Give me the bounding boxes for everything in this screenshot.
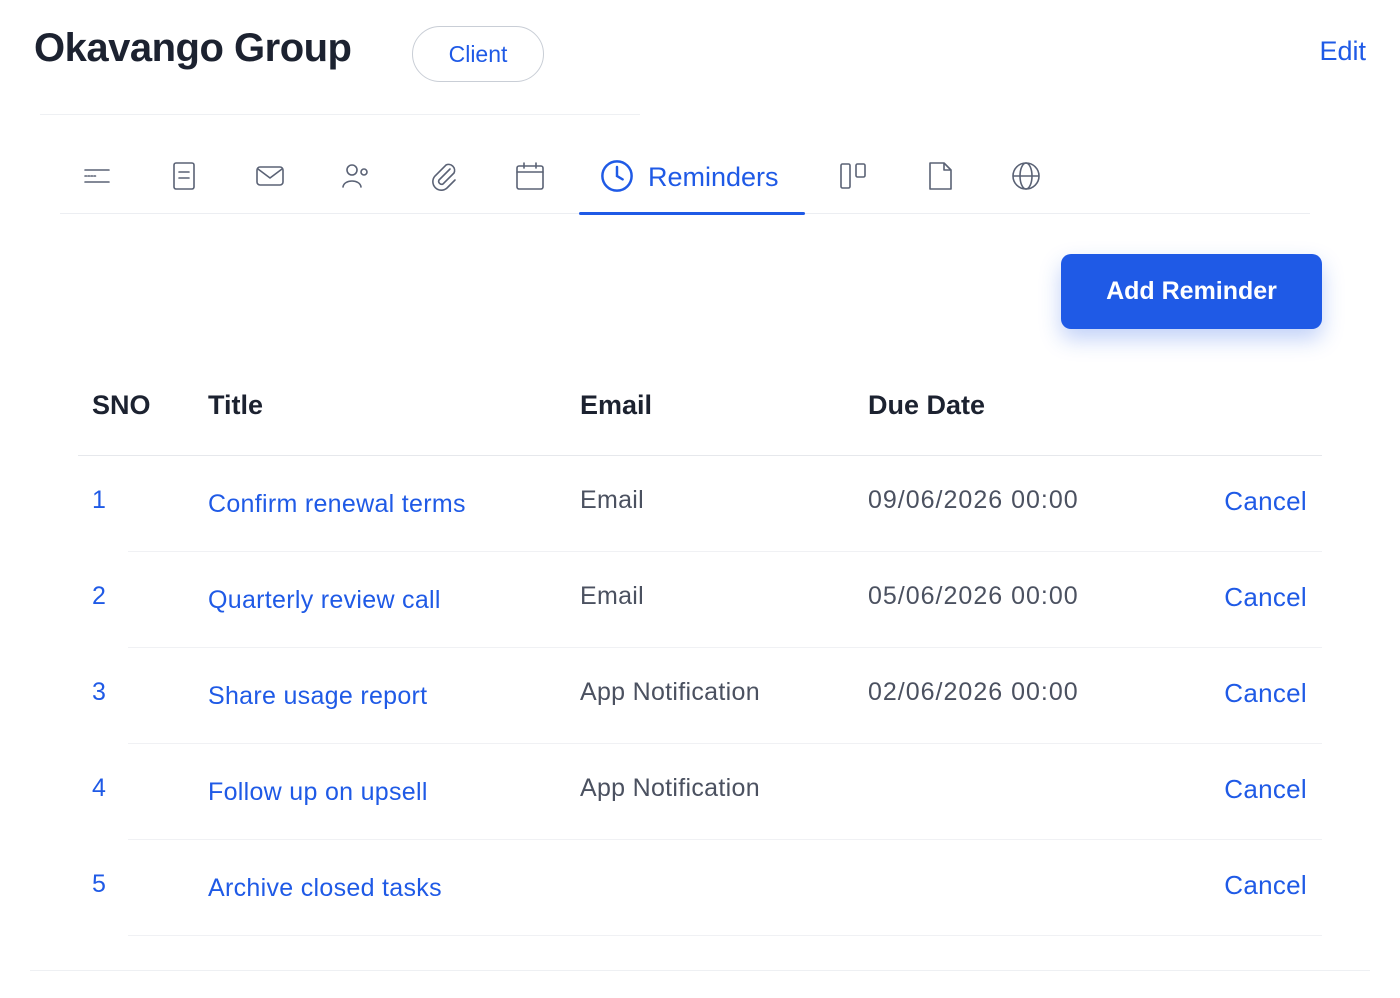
active-tab-indicator	[579, 212, 805, 215]
row-sno[interactable]: 2	[92, 582, 106, 611]
header-divider	[40, 114, 640, 115]
menu-lines-icon[interactable]	[79, 158, 115, 194]
header-email: Email	[580, 390, 653, 420]
clock-icon	[601, 160, 633, 192]
cancel-button[interactable]: Cancel	[1224, 870, 1307, 901]
footer-divider	[30, 970, 1370, 971]
row-title[interactable]: Share usage report	[208, 682, 427, 711]
cancel-button[interactable]: Cancel	[1224, 486, 1307, 517]
edit-link[interactable]: Edit	[1319, 36, 1366, 67]
row-channel: Email	[580, 486, 645, 514]
tab-bar: Reminders	[60, 140, 1310, 215]
row-title[interactable]: Archive closed tasks	[208, 874, 442, 903]
header-sno: SNO	[92, 390, 151, 420]
page-header: Okavango Group Client Edit	[0, 0, 1400, 110]
row-due-date: 05/06/2026 00:00	[868, 582, 1079, 610]
row-sno[interactable]: 4	[92, 774, 106, 803]
row-channel: Email	[580, 582, 645, 610]
row-channel: App Notification	[580, 774, 760, 802]
cancel-button[interactable]: Cancel	[1224, 582, 1307, 613]
table-header: SNO Title Email Due Date	[78, 360, 1322, 456]
cancel-button[interactable]: Cancel	[1224, 774, 1307, 805]
table-row: 1 Confirm renewal terms Email 09/06/2026…	[78, 456, 1322, 552]
header-due-date: Due Date	[868, 390, 986, 420]
row-sno[interactable]: 3	[92, 678, 106, 707]
company-name: Okavango Group	[34, 26, 352, 70]
globe-icon[interactable]	[1008, 158, 1044, 194]
tab-reminders[interactable]: Reminders	[579, 140, 805, 215]
people-icon[interactable]	[338, 158, 374, 194]
kanban-icon[interactable]	[835, 158, 871, 194]
add-reminder-button[interactable]: Add Reminder	[1061, 254, 1322, 329]
row-sno[interactable]: 5	[92, 870, 106, 899]
row-divider	[128, 935, 1322, 936]
row-sno[interactable]: 1	[92, 486, 106, 515]
header-title: Title	[208, 390, 264, 420]
file-icon[interactable]	[922, 158, 958, 194]
client-badge[interactable]: Client	[412, 26, 544, 82]
row-due-date: 02/06/2026 00:00	[868, 678, 1079, 706]
row-title[interactable]: Follow up on upsell	[208, 778, 428, 807]
row-title[interactable]: Quarterly review call	[208, 586, 441, 615]
calendar-icon[interactable]	[512, 158, 548, 194]
table-row: 2 Quarterly review call Email 05/06/2026…	[78, 552, 1322, 648]
document-icon[interactable]	[166, 158, 202, 194]
row-channel: App Notification	[580, 678, 760, 706]
mail-icon[interactable]	[252, 158, 288, 194]
row-title[interactable]: Confirm renewal terms	[208, 490, 466, 519]
tab-reminders-label: Reminders	[648, 162, 779, 192]
paperclip-icon[interactable]	[426, 158, 462, 194]
table-row: 4 Follow up on upsell App Notification C…	[78, 744, 1322, 840]
cancel-button[interactable]: Cancel	[1224, 678, 1307, 709]
table-row: 3 Share usage report App Notification 02…	[78, 648, 1322, 744]
table-row: 5 Archive closed tasks Cancel	[78, 840, 1322, 936]
reminders-table: SNO Title Email Due Date 1 Confirm renew…	[78, 360, 1322, 936]
row-due-date: 09/06/2026 00:00	[868, 486, 1079, 514]
